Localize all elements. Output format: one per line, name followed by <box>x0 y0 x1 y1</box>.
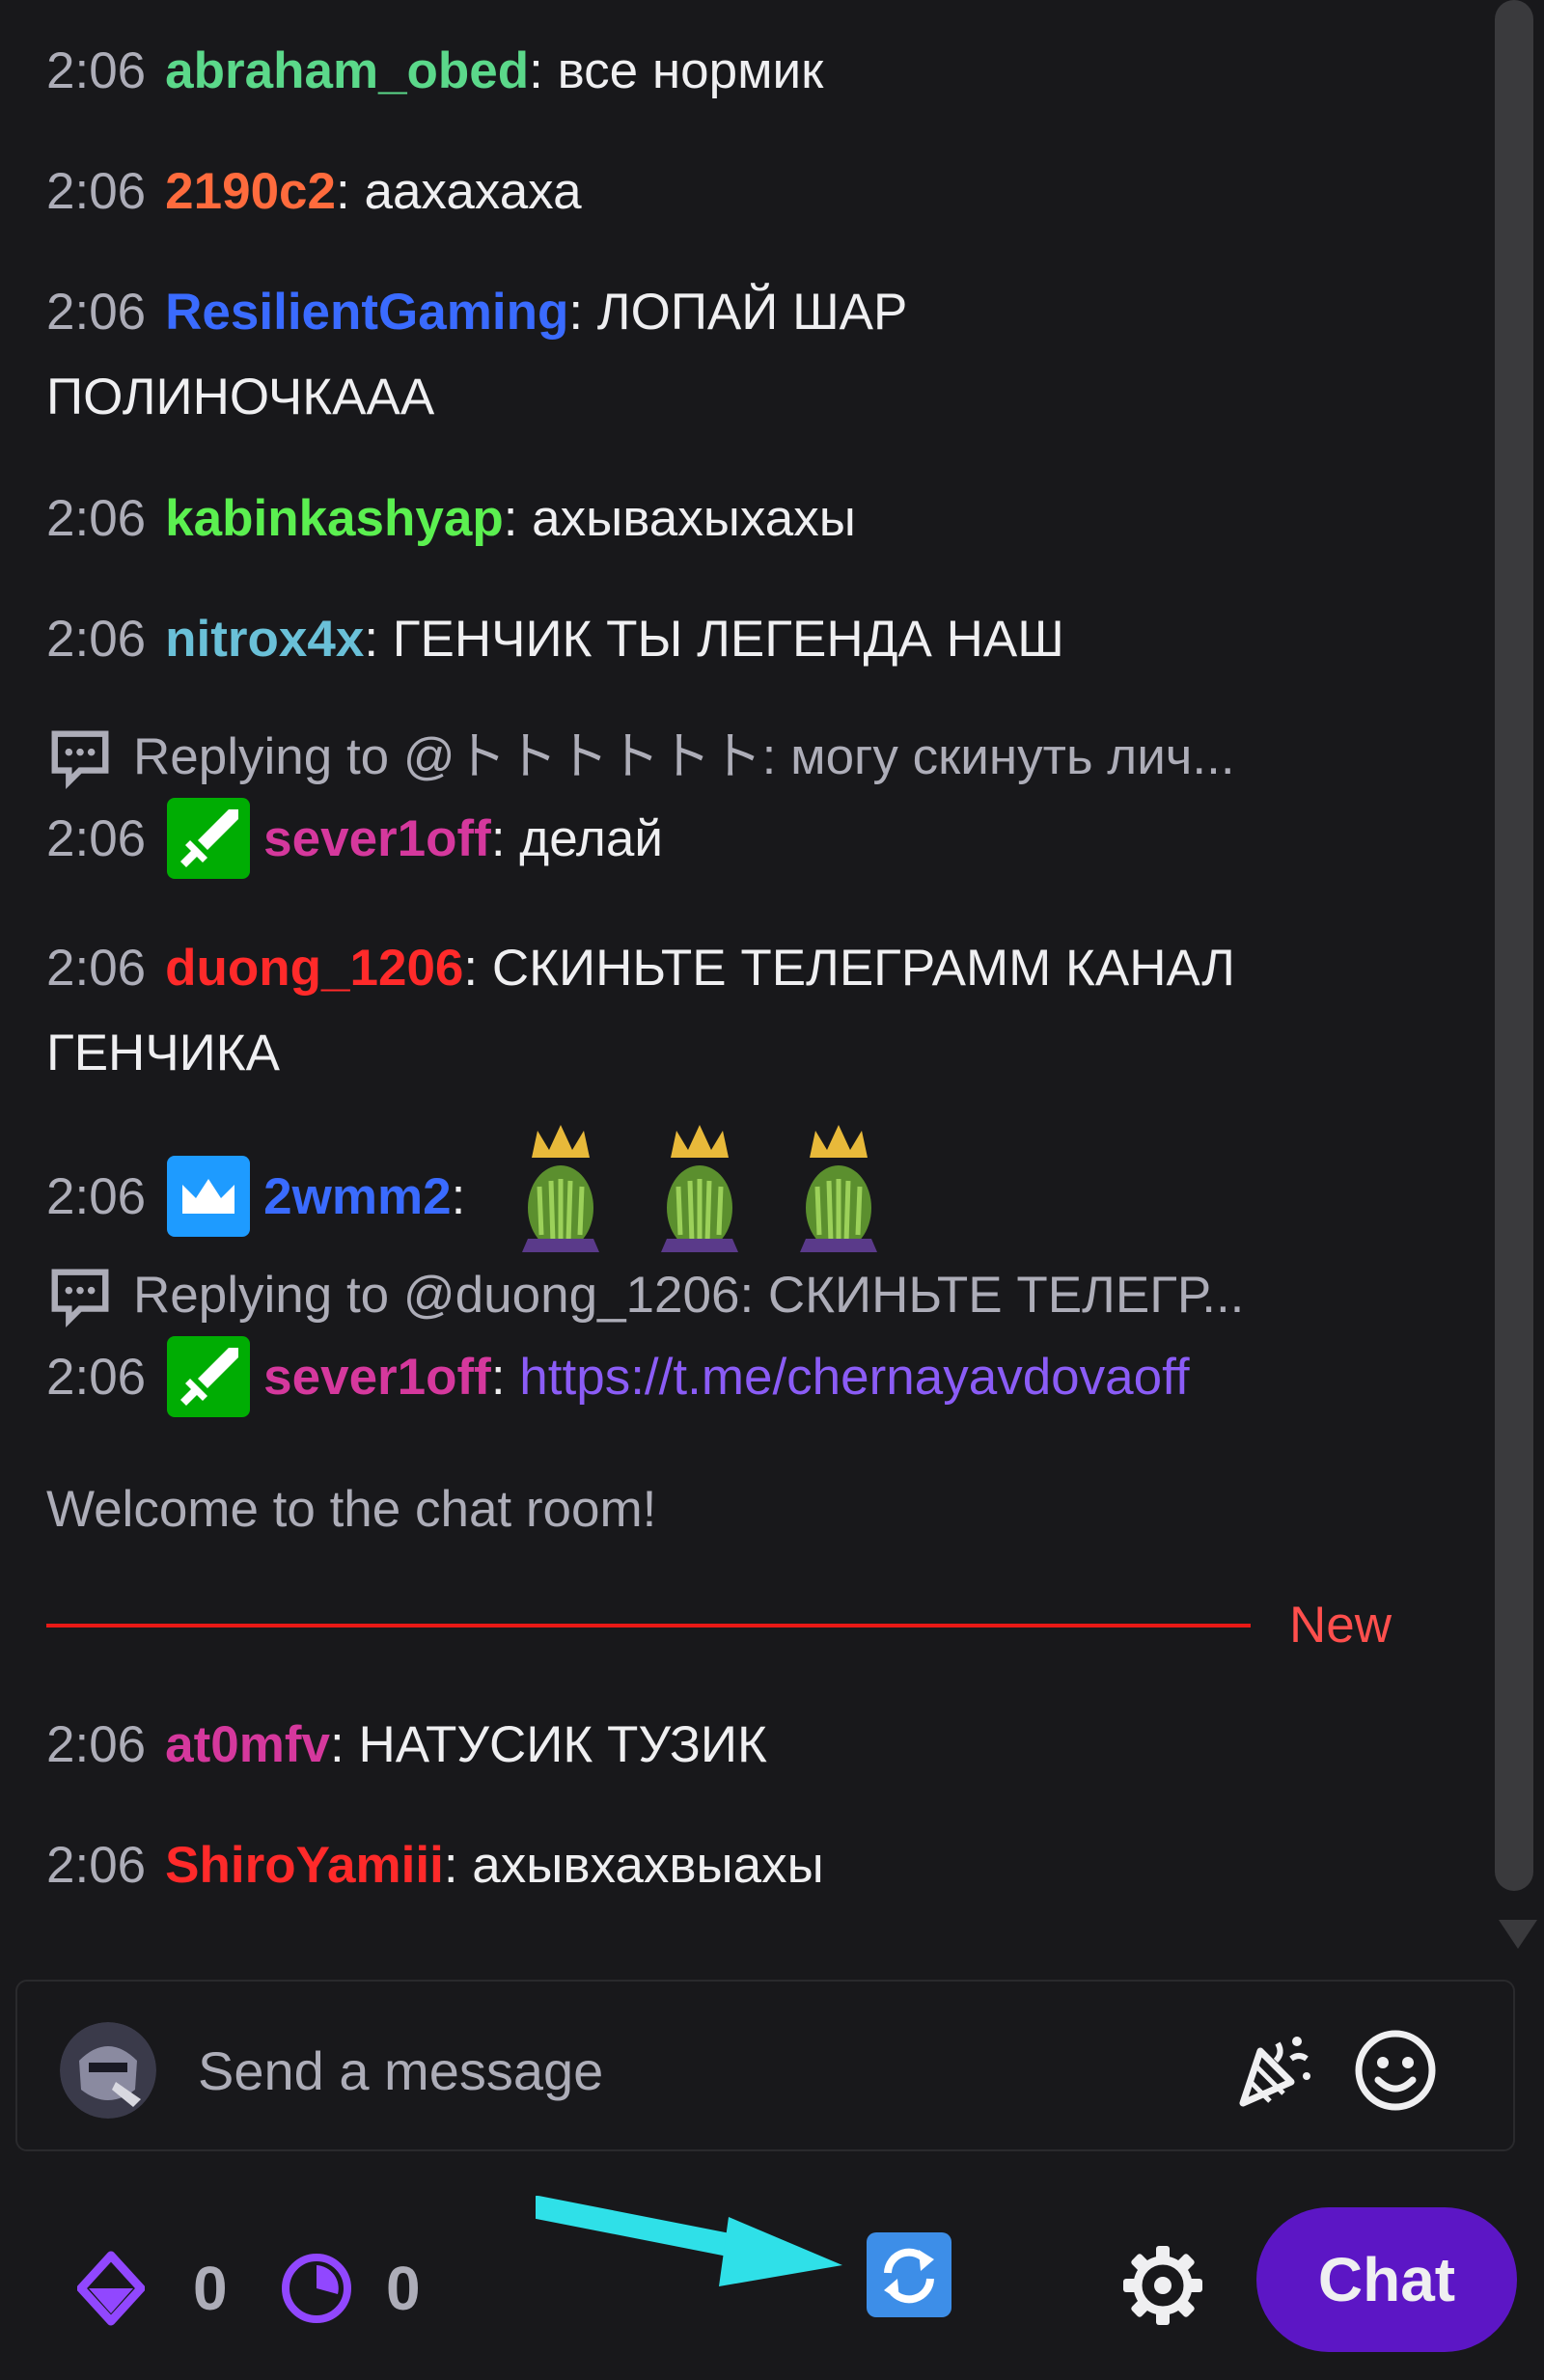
message-text-continued: ГЕНЧИКА <box>46 1025 280 1081</box>
message-text-continued: ПОЛИНОЧКААА <box>46 369 435 425</box>
message-text: : ЛОПАЙ ШАР <box>568 284 908 341</box>
crowned-moss-emote-icon[interactable] <box>781 1119 896 1254</box>
chat-message: 2:06 2wmm2: <box>46 1125 1417 1268</box>
scroll-down-arrow-icon[interactable] <box>1499 1920 1537 1949</box>
username[interactable]: kabinkashyap <box>165 490 504 547</box>
username[interactable]: sever1off <box>263 810 491 867</box>
annotation-arrow-icon <box>526 2190 854 2296</box>
sword-badge-icon[interactable] <box>165 796 252 881</box>
timestamp: 2:06 <box>46 490 147 547</box>
clock-icon[interactable] <box>278 2250 355 2327</box>
chat-input-box[interactable] <box>15 1980 1515 2151</box>
chat-message: 2:06 at0mfv: НАТУСИК ТУЗИК <box>46 1703 1417 1788</box>
points-value: 0 <box>193 2254 228 2323</box>
reply-bubble-icon <box>46 724 114 790</box>
predictions-value: 0 <box>386 2254 421 2323</box>
username[interactable]: sever1off <box>263 1349 491 1406</box>
reply-bubble-icon <box>46 1262 114 1328</box>
username[interactable]: ResilientGaming <box>165 284 568 341</box>
timestamp: 2:06 <box>46 1837 147 1894</box>
message-text: : все нормик <box>529 42 824 99</box>
message-text: : делай <box>490 810 663 867</box>
message-text: : аахахаха <box>336 163 582 220</box>
reply-text: Replying to @duong_1206: СКИНЬТЕ ТЕЛЕГР.… <box>133 1267 1245 1324</box>
chat-message: 2:06 2190c2: аахахаха <box>46 150 1417 234</box>
chat-message: 2:06 sever1off: https://t.me/chernayavdov… <box>46 1335 1417 1423</box>
points-icon[interactable] <box>76 2250 146 2327</box>
reply-context[interactable]: Replying to @duong_1206: СКИНЬТЕ ТЕЛЕГР.… <box>46 1262 1417 1332</box>
message-text: : НАТУСИК ТУЗИК <box>330 1716 767 1773</box>
chat-message: 2:06 ShiroYamiii: ахывхахвыахы <box>46 1823 1417 1908</box>
gear-icon[interactable] <box>1119 2242 1206 2329</box>
sword-badge-icon[interactable] <box>165 1334 252 1419</box>
chat-message: 2:06 sever1off: делай <box>46 797 1417 885</box>
party-popper-icon[interactable] <box>1222 2022 1318 2119</box>
timestamp: 2:06 <box>46 1349 147 1406</box>
new-messages-divider <box>46 1624 1251 1628</box>
crown-badge-icon[interactable] <box>165 1154 252 1239</box>
welcome-message: Welcome to the chat room! <box>46 1481 657 1538</box>
message-text: : ахывхахвыахы <box>443 1837 824 1894</box>
crowned-moss-emote-icon[interactable] <box>503 1119 619 1254</box>
timestamp: 2:06 <box>46 1716 147 1773</box>
reply-text: Replying to @トトトトトト: могу скинуть лич... <box>133 728 1235 785</box>
crowned-moss-emote-icon[interactable] <box>642 1119 758 1254</box>
chat-message: 2:06 duong_1206: СКИНЬТЕ ТЕЛЕГРАММ КАНАЛ Г… <box>46 926 1417 1096</box>
reply-context[interactable]: Replying to @トトトトトト: могу скинуть лич... <box>46 724 1417 794</box>
user-avatar[interactable] <box>60 2022 156 2119</box>
timestamp: 2:06 <box>46 42 147 99</box>
chat-bottom-bar: 0 0 Chat <box>0 2161 1544 2380</box>
timestamp: 2:06 <box>46 810 147 867</box>
username[interactable]: abraham_obed <box>165 42 529 99</box>
username[interactable]: at0mfv <box>165 1716 330 1773</box>
chat-message-input[interactable] <box>196 2032 1165 2111</box>
message-link[interactable]: https://t.me/chernayavdovaoff <box>519 1349 1189 1406</box>
refresh-icon[interactable] <box>865 2230 953 2319</box>
username[interactable]: duong_1206 <box>165 940 463 997</box>
timestamp: 2:06 <box>46 1168 147 1225</box>
username[interactable]: ShiroYamiii <box>165 1837 444 1894</box>
chat-message: 2:06 abraham_obed: все нормик <box>46 29 1417 114</box>
message-text: : ахывахыхахы <box>503 490 856 547</box>
chat-scrollbar[interactable] <box>1495 0 1533 1891</box>
message-text: : ГЕНЧИК ТЫ ЛЕГЕНДА НАШ <box>364 611 1064 668</box>
username[interactable]: 2190c2 <box>165 163 336 220</box>
message-text: : <box>490 1349 520 1406</box>
message-text: : СКИНЬТЕ ТЕЛЕГРАММ КАНАЛ <box>463 940 1235 997</box>
chat-send-button[interactable]: Chat <box>1256 2207 1517 2352</box>
timestamp: 2:06 <box>46 163 147 220</box>
chat-message: 2:06 nitrox4x: ГЕНЧИК ТЫ ЛЕГЕНДА НАШ <box>46 597 1417 682</box>
message-text: : <box>451 1168 466 1225</box>
chat-message: 2:06 kabinkashyap: ахывахыхахы <box>46 477 1417 561</box>
chat-message: 2:06 ResilientGaming: ЛОПАЙ ШАР ПОЛИНОЧКАА… <box>46 270 1417 440</box>
emoji-picker-icon[interactable] <box>1347 2022 1444 2119</box>
chat-message-list[interactable]: 2:06 abraham_obed: все нормик 2:06 2190c2:… <box>0 0 1486 1973</box>
timestamp: 2:06 <box>46 940 147 997</box>
username[interactable]: nitrox4x <box>165 611 364 668</box>
username[interactable]: 2wmm2 <box>263 1168 451 1225</box>
new-messages-label: New <box>1289 1597 1392 1654</box>
timestamp: 2:06 <box>46 611 147 668</box>
timestamp: 2:06 <box>46 284 147 341</box>
